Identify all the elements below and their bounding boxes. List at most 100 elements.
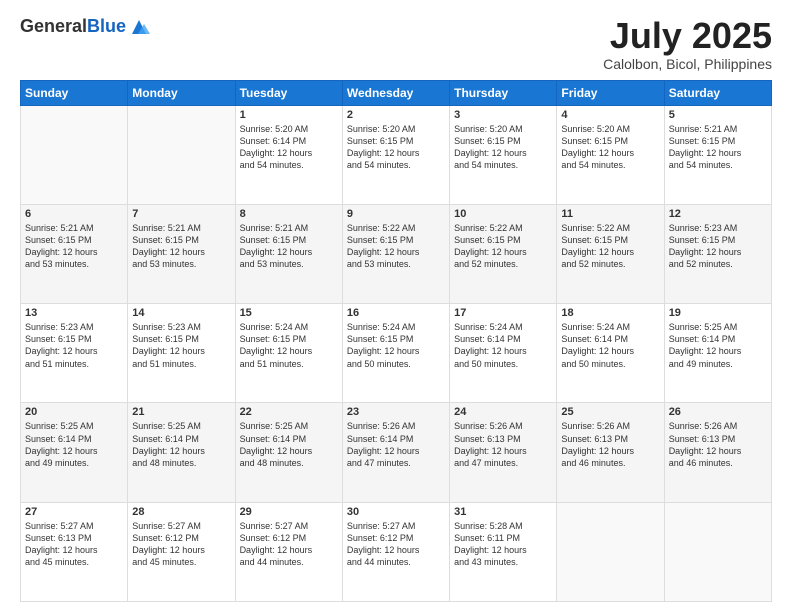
calendar-day-cell: 4Sunrise: 5:20 AMSunset: 6:15 PMDaylight… <box>557 105 664 204</box>
calendar-day-header: Monday <box>128 80 235 105</box>
calendar-week-row: 6 Sunrise: 5:21 AMSunset: 6:15 PMDaylight… <box>21 204 772 303</box>
calendar-day-cell: 23 Sunrise: 5:26 AMSunset: 6:14 PMDayligh… <box>342 403 449 502</box>
day-number: 13 <box>25 307 123 319</box>
day-number: 24 <box>454 406 552 418</box>
calendar-day-header: Thursday <box>450 80 557 105</box>
day-number: 11 <box>561 208 659 220</box>
day-info: Sunrise: 5:25 AMSunset: 6:14 PMDaylight:… <box>25 420 123 469</box>
calendar-day-cell <box>21 105 128 204</box>
day-number: 6 <box>25 208 123 220</box>
title-block: July 2025 Calolbon, Bicol, Philippines <box>603 16 772 72</box>
logo-icon <box>128 16 150 38</box>
calendar-day-cell: 17Sunrise: 5:24 AMSunset: 6:14 PMDayligh… <box>450 304 557 403</box>
day-number: 19 <box>669 307 767 319</box>
calendar-day-cell: 1 Sunrise: 5:20 AMSunset: 6:14 PMDaylight… <box>235 105 342 204</box>
calendar-day-cell: 20 Sunrise: 5:25 AMSunset: 6:14 PMDayligh… <box>21 403 128 502</box>
calendar-day-cell: 24 Sunrise: 5:26 AMSunset: 6:13 PMDayligh… <box>450 403 557 502</box>
calendar-day-cell: 6Sunrise: 5:21 AMSunset: 6:15 PMDaylight… <box>21 204 128 303</box>
day-info: Sunrise: 5:26 AMSunset: 6:13 PMDaylight:… <box>561 420 659 469</box>
day-number: 21 <box>132 406 230 418</box>
day-info: Sunrise: 5:27 AMSunset: 6:12 PMDaylight:… <box>240 520 338 569</box>
calendar-day-cell: 9Sunrise: 5:22 AMSunset: 6:15 PMDaylight… <box>342 204 449 303</box>
calendar-day-header: Friday <box>557 80 664 105</box>
day-info: Sunrise: 5:24 AMSunset: 6:14 PMDaylight:… <box>561 321 659 370</box>
calendar-day-cell: 11 Sunrise: 5:22 AMSunset: 6:15 PMDayligh… <box>557 204 664 303</box>
day-info: Sunrise: 5:21 AMSunset: 6:15 PMDaylight:… <box>669 123 767 172</box>
day-number: 12 <box>669 208 767 220</box>
calendar-day-header: Sunday <box>21 80 128 105</box>
day-number: 10 <box>454 208 552 220</box>
day-number: 4 <box>561 109 659 121</box>
calendar-day-cell: 8Sunrise: 5:21 AMSunset: 6:15 PMDaylight… <box>235 204 342 303</box>
calendar-week-row: 1 Sunrise: 5:20 AMSunset: 6:14 PMDaylight… <box>21 105 772 204</box>
day-number: 18 <box>561 307 659 319</box>
day-number: 29 <box>240 506 338 518</box>
day-info: Sunrise: 5:27 AMSunset: 6:12 PMDaylight:… <box>132 520 230 569</box>
day-info: Sunrise: 5:24 AMSunset: 6:15 PMDaylight:… <box>347 321 445 370</box>
day-info: Sunrise: 5:22 AMSunset: 6:15 PMDaylight:… <box>561 222 659 271</box>
day-number: 26 <box>669 406 767 418</box>
logo-general: General <box>20 16 87 36</box>
day-number: 14 <box>132 307 230 319</box>
day-number: 30 <box>347 506 445 518</box>
header: GeneralBlue July 2025 Calolbon, Bicol, P… <box>20 16 772 72</box>
calendar-table: SundayMondayTuesdayWednesdayThursdayFrid… <box>20 80 772 602</box>
day-info: Sunrise: 5:27 AMSunset: 6:13 PMDaylight:… <box>25 520 123 569</box>
day-info: Sunrise: 5:26 AMSunset: 6:13 PMDaylight:… <box>454 420 552 469</box>
calendar-day-cell: 21 Sunrise: 5:25 AMSunset: 6:14 PMDayligh… <box>128 403 235 502</box>
calendar-day-cell: 30Sunrise: 5:27 AMSunset: 6:12 PMDayligh… <box>342 502 449 601</box>
calendar-day-cell: 27 Sunrise: 5:27 AMSunset: 6:13 PMDayligh… <box>21 502 128 601</box>
day-number: 20 <box>25 406 123 418</box>
calendar-day-cell: 19Sunrise: 5:25 AMSunset: 6:14 PMDayligh… <box>664 304 771 403</box>
day-number: 27 <box>25 506 123 518</box>
day-info: Sunrise: 5:20 AMSunset: 6:15 PMDaylight:… <box>454 123 552 172</box>
day-info: Sunrise: 5:21 AMSunset: 6:15 PMDaylight:… <box>240 222 338 271</box>
day-info: Sunrise: 5:21 AMSunset: 6:15 PMDaylight:… <box>132 222 230 271</box>
page: GeneralBlue July 2025 Calolbon, Bicol, P… <box>0 0 792 612</box>
calendar-week-row: 13 Sunrise: 5:23 AMSunset: 6:15 PMDayligh… <box>21 304 772 403</box>
calendar-day-cell: 28Sunrise: 5:27 AMSunset: 6:12 PMDayligh… <box>128 502 235 601</box>
day-number: 9 <box>347 208 445 220</box>
day-info: Sunrise: 5:20 AMSunset: 6:15 PMDaylight:… <box>347 123 445 172</box>
day-info: Sunrise: 5:25 AMSunset: 6:14 PMDaylight:… <box>132 420 230 469</box>
day-info: Sunrise: 5:25 AMSunset: 6:14 PMDaylight:… <box>240 420 338 469</box>
calendar-day-cell: 16Sunrise: 5:24 AMSunset: 6:15 PMDayligh… <box>342 304 449 403</box>
calendar-day-cell: 7 Sunrise: 5:21 AMSunset: 6:15 PMDaylight… <box>128 204 235 303</box>
calendar-day-cell <box>128 105 235 204</box>
calendar-day-cell: 29 Sunrise: 5:27 AMSunset: 6:12 PMDayligh… <box>235 502 342 601</box>
day-number: 25 <box>561 406 659 418</box>
day-info: Sunrise: 5:22 AMSunset: 6:15 PMDaylight:… <box>454 222 552 271</box>
day-number: 17 <box>454 307 552 319</box>
day-info: Sunrise: 5:23 AMSunset: 6:15 PMDaylight:… <box>669 222 767 271</box>
calendar-day-header: Saturday <box>664 80 771 105</box>
location: Calolbon, Bicol, Philippines <box>603 56 772 72</box>
calendar-day-cell: 13 Sunrise: 5:23 AMSunset: 6:15 PMDayligh… <box>21 304 128 403</box>
calendar-day-cell: 3 Sunrise: 5:20 AMSunset: 6:15 PMDaylight… <box>450 105 557 204</box>
day-number: 22 <box>240 406 338 418</box>
day-info: Sunrise: 5:23 AMSunset: 6:15 PMDaylight:… <box>25 321 123 370</box>
calendar-day-cell: 25 Sunrise: 5:26 AMSunset: 6:13 PMDayligh… <box>557 403 664 502</box>
calendar-day-cell: 26Sunrise: 5:26 AMSunset: 6:13 PMDayligh… <box>664 403 771 502</box>
calendar-day-cell: 31 Sunrise: 5:28 AMSunset: 6:11 PMDayligh… <box>450 502 557 601</box>
day-number: 2 <box>347 109 445 121</box>
day-number: 3 <box>454 109 552 121</box>
logo: GeneralBlue <box>20 16 150 38</box>
calendar-week-row: 27 Sunrise: 5:27 AMSunset: 6:13 PMDayligh… <box>21 502 772 601</box>
calendar-day-cell: 18 Sunrise: 5:24 AMSunset: 6:14 PMDayligh… <box>557 304 664 403</box>
month-title: July 2025 <box>603 16 772 56</box>
calendar-day-cell: 10 Sunrise: 5:22 AMSunset: 6:15 PMDayligh… <box>450 204 557 303</box>
calendar-day-cell: 15 Sunrise: 5:24 AMSunset: 6:15 PMDayligh… <box>235 304 342 403</box>
day-number: 5 <box>669 109 767 121</box>
calendar-day-cell: 22 Sunrise: 5:25 AMSunset: 6:14 PMDayligh… <box>235 403 342 502</box>
calendar-day-header: Wednesday <box>342 80 449 105</box>
day-info: Sunrise: 5:20 AMSunset: 6:14 PMDaylight:… <box>240 123 338 172</box>
day-info: Sunrise: 5:26 AMSunset: 6:14 PMDaylight:… <box>347 420 445 469</box>
day-info: Sunrise: 5:24 AMSunset: 6:15 PMDaylight:… <box>240 321 338 370</box>
day-info: Sunrise: 5:28 AMSunset: 6:11 PMDaylight:… <box>454 520 552 569</box>
day-number: 1 <box>240 109 338 121</box>
day-number: 7 <box>132 208 230 220</box>
day-number: 15 <box>240 307 338 319</box>
logo-blue: Blue <box>87 16 126 36</box>
day-number: 31 <box>454 506 552 518</box>
day-number: 23 <box>347 406 445 418</box>
